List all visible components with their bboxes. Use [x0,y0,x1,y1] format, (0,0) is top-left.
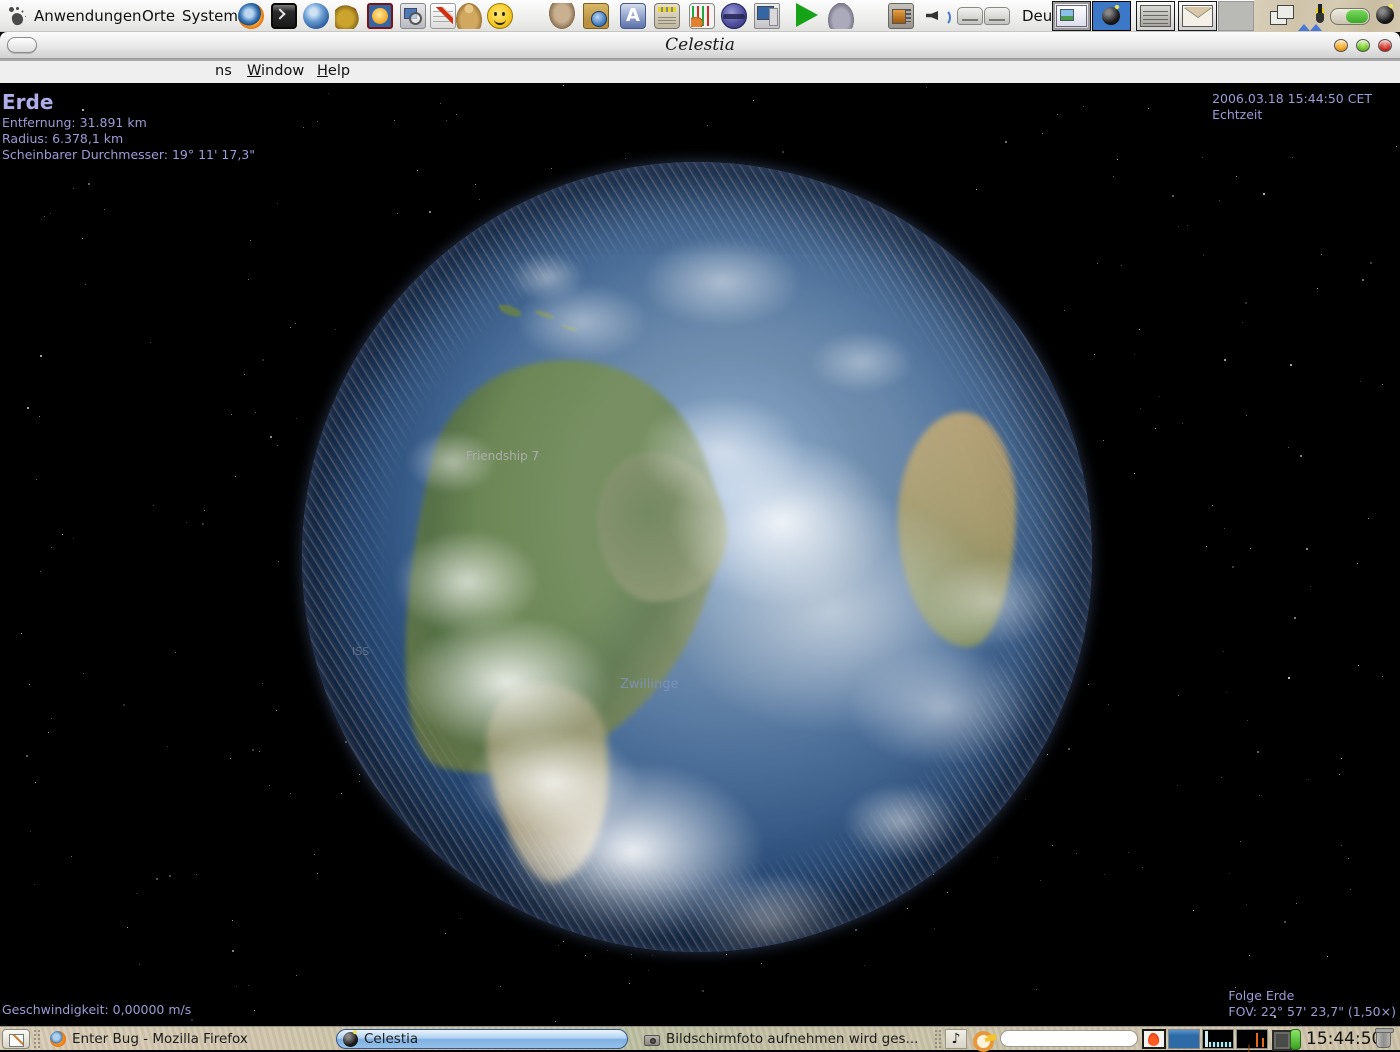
terminal-launcher-icon[interactable] [271,3,297,29]
show-desktop-button[interactable] [2,1029,30,1049]
figure-launcher-icon[interactable] [456,3,482,29]
taskbar-clock[interactable]: 15:44:50 [1306,1027,1382,1051]
hud-time-mode: Echtzeit [1212,107,1372,123]
system-monitor-network-graph[interactable] [1236,1029,1268,1049]
hud-distance: Entfernung: 31.891 km [2,115,255,131]
task-button-celestia-active[interactable]: Celestia [336,1029,628,1049]
power-plug-tray-icon[interactable] [1314,4,1326,26]
drive-icon-1[interactable] [957,7,983,25]
media-player-launcher-icon[interactable] [796,3,818,27]
menu-item-window[interactable]: Window [247,63,304,79]
gnome-foot-icon[interactable] [8,6,28,26]
hud-follow: Folge Erde [1228,988,1396,1004]
keyboard-layout-indicator[interactable]: Deu [1022,0,1052,32]
firefox-task-icon [50,1031,66,1047]
gaim-launcher-icon[interactable] [335,3,361,29]
applet-handle[interactable] [33,1029,40,1049]
hud-speed: Geschwindigkeit: 0,00000 m/s [2,1002,191,1018]
battery-tray-icon[interactable] [1330,8,1370,25]
panel-tray-area [1254,0,1400,32]
archive-window-icon [1140,5,1171,27]
amule-launcher-icon[interactable] [549,3,575,29]
celestia-tray-icon[interactable] [1376,6,1394,24]
celestia-task-icon [343,1032,358,1047]
java-launcher-icon[interactable] [721,3,747,29]
system-monitor-memory-graph[interactable] [1202,1029,1234,1049]
camera-task-icon [644,1035,660,1046]
font-viewer-launcher-icon[interactable]: A [620,3,646,29]
label-zwillinge: Zwillinge [620,677,678,692]
window-title: Celestia [0,35,1400,55]
celestia-titlebar[interactable]: Celestia [0,32,1400,59]
cpu-frequency-icon[interactable] [1272,1029,1300,1049]
hud-datetime: 2006.03.18 15:44:50 CET [1212,91,1372,107]
drive-icon-2[interactable] [984,7,1010,25]
file-manager-launcher-icon[interactable] [583,3,609,29]
minimize-button[interactable] [1334,39,1348,52]
mail-window-icon [1182,5,1213,27]
window-button-celestia-active[interactable] [1092,1,1131,31]
atmosphere-rim [302,162,1092,952]
earth-globe[interactable] [302,162,1092,952]
window-button-empty [1218,1,1254,31]
system-monitor-cpu-graph[interactable] [1168,1029,1200,1049]
remote-desktop-launcher-icon[interactable] [754,3,780,29]
menu-orte[interactable]: Orte [138,0,179,32]
trash-icon[interactable] [1376,1031,1391,1048]
hud-fov: FOV: 22° 57' 23,7" (1,50×) [1228,1004,1396,1020]
window-button-image-viewer[interactable] [1052,1,1091,31]
thunderbird-launcher-icon[interactable] [303,3,329,29]
highlighted-launcher-icon[interactable] [367,3,393,29]
hud-radius: Radius: 6.378,1 km [2,131,255,147]
space-viewport[interactable]: Friendship 7 ISS Zwillinge Erde Entfernu… [0,83,1400,1026]
firefox-launcher-icon[interactable] [238,3,264,29]
hud-apparent-diameter: Scheinbarer Durchmesser: 19° 11' 17,3" [2,147,255,163]
flame-alert-icon[interactable] [1142,1029,1166,1049]
search-key-icon[interactable] [972,1029,998,1049]
task-button-screenshot[interactable]: Bildschirmfoto aufnehmen wird ges... [638,1029,932,1049]
taskbar: Enter Bug - Mozilla Firefox Celestia Bil… [0,1026,1400,1050]
gnome-top-panel: Anwendungen Orte System A Deu [0,0,1400,32]
task-button-firefox[interactable]: Enter Bug - Mozilla Firefox [44,1029,332,1049]
menu-system[interactable]: System [178,0,242,32]
close-button[interactable] [1378,39,1392,52]
label-iss[interactable]: ISS [352,645,369,658]
deskbar-search-input[interactable] [1000,1030,1138,1047]
menu-anwendungen[interactable]: Anwendungen [30,0,146,32]
smiley-launcher-icon[interactable] [487,3,513,29]
amplifier-launcher-icon[interactable] [654,3,680,29]
image-viewer-launcher-icon[interactable] [400,3,426,29]
dual-monitors-tray-icon[interactable] [1270,5,1294,25]
music-note-icon[interactable]: ♪ [945,1029,967,1049]
hud-object-info: Erde Entfernung: 31.891 km Radius: 6.378… [2,91,255,163]
label-friendship-7[interactable]: Friendship 7 [466,449,539,463]
window-button-archive[interactable] [1136,1,1175,31]
fax-launcher-icon[interactable] [828,3,854,29]
menu-item-truncated[interactable]: ns [215,63,232,79]
celestia-icon [1102,7,1120,25]
menu-item-help[interactable]: Help [317,63,350,79]
hud-fov-info: Folge Erde FOV: 22° 57' 23,7" (1,50×) [1228,988,1396,1020]
applet-handle[interactable] [934,1029,941,1049]
maximize-button[interactable] [1356,39,1370,52]
image-viewer-window-icon [1056,5,1087,27]
celestia-menubar: ns Window Help [0,59,1400,83]
audio-recorder-launcher-icon[interactable] [689,3,715,29]
device-launcher-icon[interactable] [888,3,914,29]
hud-time-info: 2006.03.18 15:44:50 CET Echtzeit [1212,91,1372,123]
text-editor-launcher-icon[interactable] [430,3,456,29]
volume-icon[interactable] [924,3,950,29]
hud-object-name: Erde [2,91,255,113]
window-button-mail[interactable] [1178,1,1217,31]
